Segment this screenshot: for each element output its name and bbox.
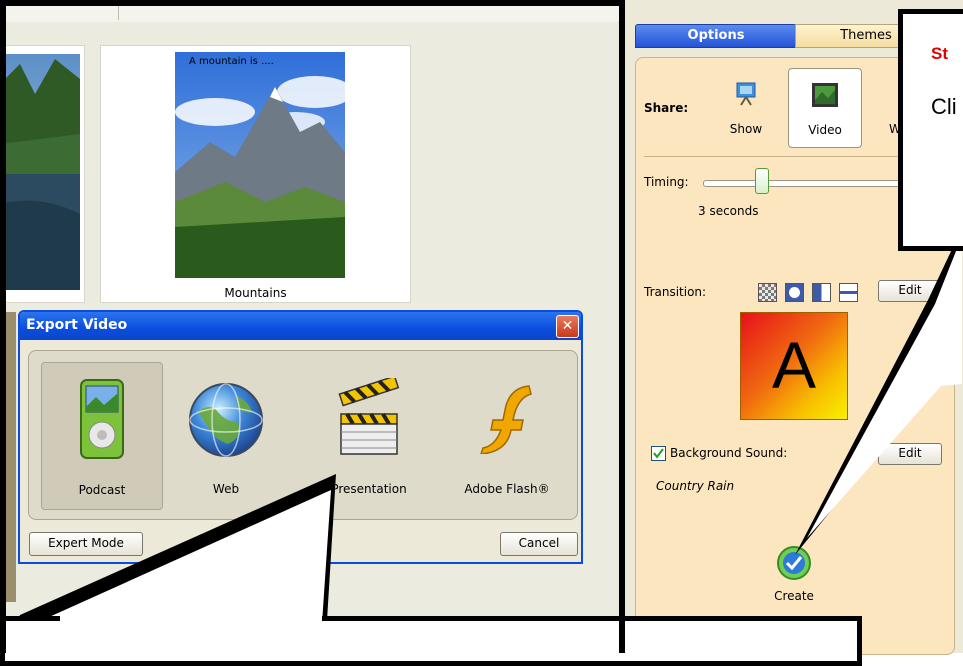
instruction-callout-bottom xyxy=(0,616,862,666)
callout-joint xyxy=(60,616,322,622)
callout-heading: St xyxy=(931,44,948,63)
callout-pointers xyxy=(0,228,962,653)
callout-body: Cli xyxy=(931,94,957,119)
callout-bottom-text xyxy=(9,631,859,659)
instruction-callout-top: St Cli xyxy=(898,9,963,251)
